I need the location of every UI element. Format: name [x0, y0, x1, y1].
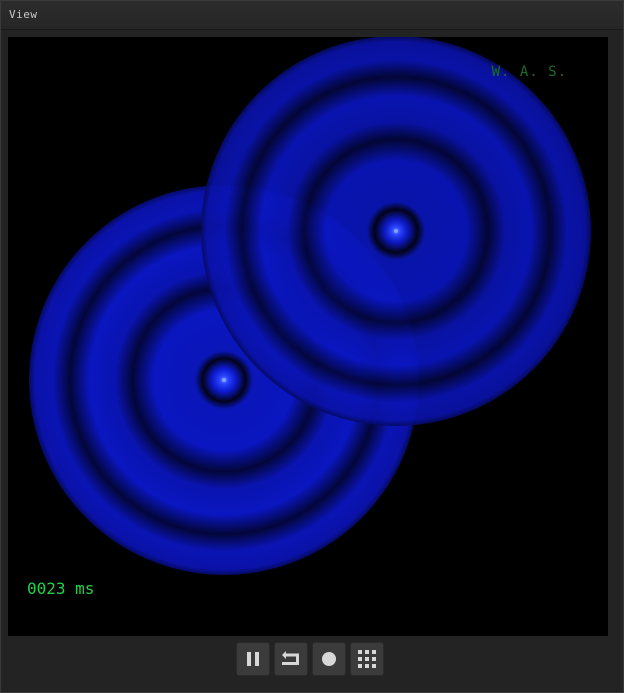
elapsed-time-readout: 0023 ms	[27, 579, 95, 598]
reset-button[interactable]	[274, 642, 308, 676]
wave-interference-canvas	[29, 37, 591, 575]
playback-toolbar	[236, 642, 384, 676]
circle-icon	[322, 652, 336, 666]
watermark-label: W. A. S.	[491, 64, 567, 80]
window-title: View	[9, 8, 38, 21]
grid-icon	[358, 650, 376, 668]
wave-source-a-point	[222, 378, 226, 382]
pause-button[interactable]	[236, 642, 270, 676]
wave-source-b-point	[394, 229, 398, 233]
wave-pattern	[29, 37, 591, 575]
pause-icon	[247, 652, 259, 666]
simulation-viewport[interactable]: W. A. S. 0023 ms	[8, 37, 608, 636]
record-button[interactable]	[312, 642, 346, 676]
return-arrow-icon	[282, 651, 299, 665]
grid-button[interactable]	[350, 642, 384, 676]
window-titlebar[interactable]: View	[1, 1, 623, 30]
view-window: View W. A. S. 0023 ms	[0, 0, 624, 693]
